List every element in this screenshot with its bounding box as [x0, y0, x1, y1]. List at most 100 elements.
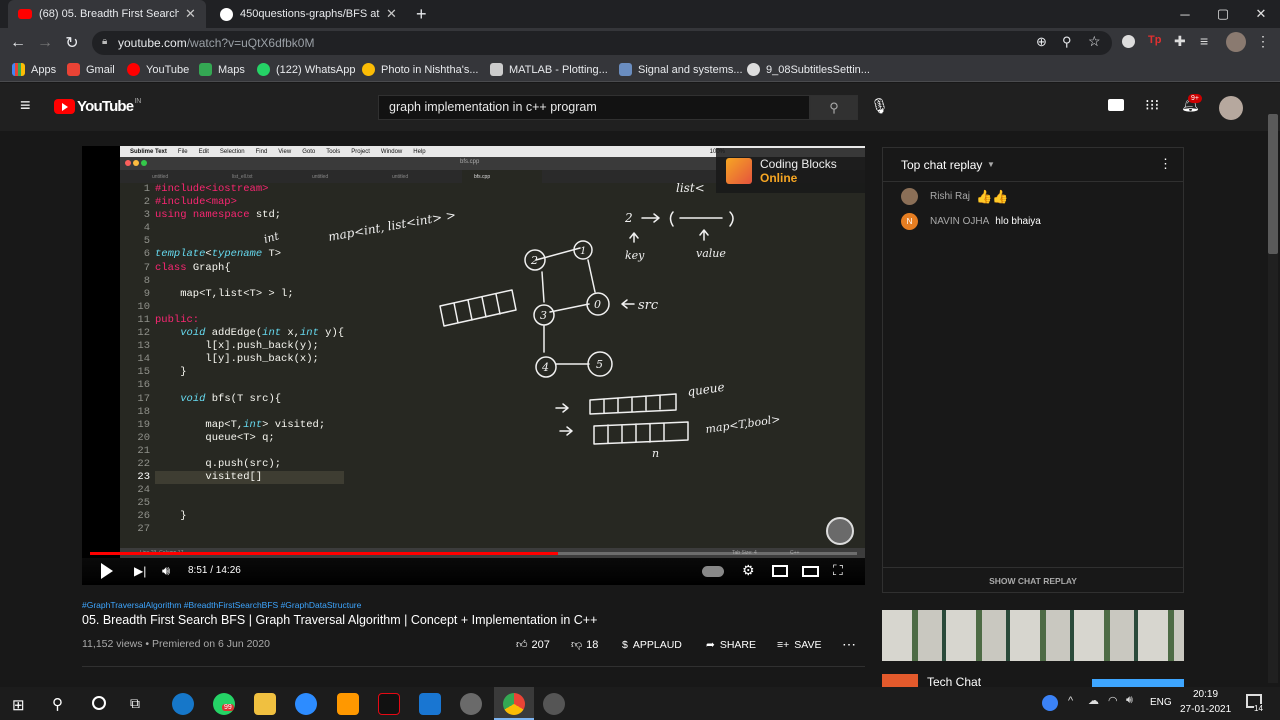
- bookmark-maps[interactable]: Maps: [199, 63, 245, 76]
- page-scrollbar[interactable]: [1268, 98, 1278, 683]
- note-value: value: [696, 247, 726, 260]
- bookmark-youtube[interactable]: YouTube: [127, 63, 189, 76]
- avatar[interactable]: [1219, 96, 1243, 120]
- more-actions-icon[interactable]: ⋯: [842, 636, 856, 653]
- task-view-icon[interactable]: ⧉: [130, 695, 140, 712]
- share-button[interactable]: ➦ SHARE: [706, 639, 756, 651]
- bookmark-signals[interactable]: Signal and systems...: [619, 63, 743, 76]
- chrome-menu-icon[interactable]: ⋮: [1256, 33, 1270, 50]
- bookmark-label: 9_08SubtitlesSettin...: [766, 63, 870, 76]
- progress-fill: [90, 552, 558, 555]
- tray-chevron-icon[interactable]: ^: [1068, 695, 1073, 707]
- puzzle-icon[interactable]: ✚: [1174, 33, 1186, 50]
- chevron-down-icon[interactable]: ▼: [987, 160, 995, 169]
- forward-icon[interactable]: →: [34, 32, 56, 54]
- chat-header: Top chat replay ▼ ⋮: [883, 148, 1183, 182]
- url-host: youtube.com: [118, 36, 187, 50]
- back-icon[interactable]: ←: [7, 32, 29, 54]
- tab-github[interactable]: 450questions-graphs/BFS at main ✕: [210, 0, 408, 28]
- queue-array: [589, 393, 677, 415]
- lock-icon: 🔒︎: [102, 36, 108, 47]
- minimize-icon[interactable]: ─: [1166, 0, 1204, 28]
- bookmark-star-icon[interactable]: ☆: [1088, 33, 1101, 50]
- sidebar-action-button[interactable]: [1092, 679, 1184, 687]
- microphone-icon[interactable]: 🎙︎: [870, 97, 889, 115]
- media-control-icon[interactable]: ≡: [1200, 33, 1208, 49]
- clock-date[interactable]: 27-01-2021: [1180, 704, 1231, 715]
- maximize-icon[interactable]: ▢: [1204, 0, 1242, 28]
- install-icon[interactable]: ⊕: [1036, 34, 1047, 50]
- obs-icon[interactable]: [543, 693, 565, 715]
- bookmark-label: MATLAB - Plotting...: [509, 63, 608, 76]
- volume-icon[interactable]: 🔊︎: [162, 563, 170, 579]
- scrollbar-thumb[interactable]: [1268, 114, 1278, 254]
- fullscreen-icon[interactable]: ⛶: [833, 562, 843, 579]
- like-button[interactable]: 👍︎ 207: [516, 638, 550, 652]
- bookmark-apps[interactable]: Apps: [12, 63, 56, 76]
- ad-banner-image[interactable]: [882, 610, 1184, 661]
- close-tab-icon[interactable]: ✕: [185, 6, 196, 22]
- clock-time[interactable]: 20:19: [1193, 689, 1218, 700]
- video-stats: 11,152 views • Premiered on 6 Jun 2020: [82, 638, 270, 650]
- autoplay-toggle[interactable]: [702, 566, 724, 577]
- netflix-icon[interactable]: [378, 693, 400, 715]
- bookmark-subtitles[interactable]: 9_08SubtitlesSettin...: [747, 63, 870, 76]
- brand-sub: Online: [760, 170, 798, 185]
- wifi-icon[interactable]: ◠: [1108, 694, 1118, 707]
- video-player[interactable]: Sublime Text File Edit Selection Find Vi…: [82, 146, 865, 585]
- edge-icon[interactable]: [172, 693, 194, 715]
- bookmark-gmail[interactable]: Gmail: [67, 63, 115, 76]
- extension-icon[interactable]: [1122, 35, 1135, 48]
- theater-mode-icon[interactable]: [802, 566, 819, 577]
- search-icon[interactable]: ⚲: [52, 695, 63, 713]
- search-input[interactable]: graph implementation in c++ program: [378, 95, 810, 120]
- bookmark-whatsapp[interactable]: (122) WhatsApp: [257, 63, 355, 76]
- share-icon: ➦: [706, 639, 715, 651]
- hamburger-menu-icon[interactable]: ≡: [20, 95, 31, 116]
- url-bar[interactable]: 🔒︎ youtube.com/watch?v=uQtX6dfbk0M ⊕ ⚲ ☆: [92, 31, 1112, 55]
- applaud-button[interactable]: $ APPLAUD: [622, 639, 682, 651]
- sublime-icon[interactable]: [337, 693, 359, 715]
- search-button[interactable]: ⚲: [810, 95, 858, 120]
- show-chat-replay-button[interactable]: SHOW CHAT REPLAY: [883, 567, 1183, 592]
- bookmark-photo[interactable]: Photo in Nishtha's...: [362, 63, 479, 76]
- settings-gear-icon[interactable]: ⚙: [742, 562, 755, 579]
- window-close-icon[interactable]: ✕: [1242, 0, 1280, 28]
- share-label: SHARE: [719, 639, 756, 651]
- tab-youtube[interactable]: (68) 05. Breadth First Search BFS ✕: [8, 0, 206, 28]
- apps-grid-icon[interactable]: ⁝⁝⁝: [1145, 96, 1159, 114]
- bookmark-matlab[interactable]: MATLAB - Plotting...: [490, 63, 608, 76]
- help-icon[interactable]: [1042, 695, 1058, 711]
- play-icon[interactable]: [101, 563, 113, 579]
- next-icon[interactable]: ▶|: [134, 564, 146, 578]
- miniplayer-icon[interactable]: [772, 565, 788, 577]
- more-options-icon[interactable]: ⋮: [1159, 156, 1172, 172]
- youtube-logo[interactable]: YouTube IN: [54, 98, 141, 115]
- trello-icon[interactable]: [419, 693, 441, 715]
- note-key: key: [625, 249, 645, 262]
- cortana-icon[interactable]: [92, 696, 106, 710]
- create-video-icon[interactable]: [1108, 99, 1124, 111]
- hashtags[interactable]: #GraphTraversalAlgorithm #BreadthFirstSe…: [82, 600, 361, 610]
- dislike-button[interactable]: 👎︎ 18: [571, 638, 598, 652]
- chat-mode-dropdown[interactable]: Top chat replay: [901, 158, 982, 172]
- tp-extension-icon[interactable]: Tp: [1148, 34, 1161, 46]
- slack-icon[interactable]: [460, 693, 482, 715]
- reload-icon[interactable]: ↻: [61, 32, 83, 54]
- video-thumbnail[interactable]: [882, 674, 918, 687]
- close-tab-icon[interactable]: ✕: [386, 6, 397, 22]
- channel-watermark[interactable]: Coding Blocks Online: [716, 148, 865, 193]
- save-button[interactable]: ≡+ SAVE: [777, 639, 822, 651]
- arrow-icon: [555, 403, 573, 436]
- zoom-icon[interactable]: ⚲: [1062, 34, 1072, 50]
- windows-start-icon[interactable]: ⊞: [12, 696, 25, 714]
- profile-avatar[interactable]: [1226, 32, 1246, 52]
- network-icon[interactable]: ☁: [1088, 694, 1099, 707]
- language-indicator[interactable]: ENG: [1150, 697, 1172, 708]
- file-explorer-icon[interactable]: [254, 693, 276, 715]
- volume-icon[interactable]: 🔊︎: [1126, 694, 1133, 707]
- chrome-taskbar-button[interactable]: [494, 687, 534, 720]
- progress-bar[interactable]: [90, 552, 857, 555]
- zoom-app-icon[interactable]: [295, 693, 317, 715]
- new-tab-icon[interactable]: +: [416, 4, 427, 25]
